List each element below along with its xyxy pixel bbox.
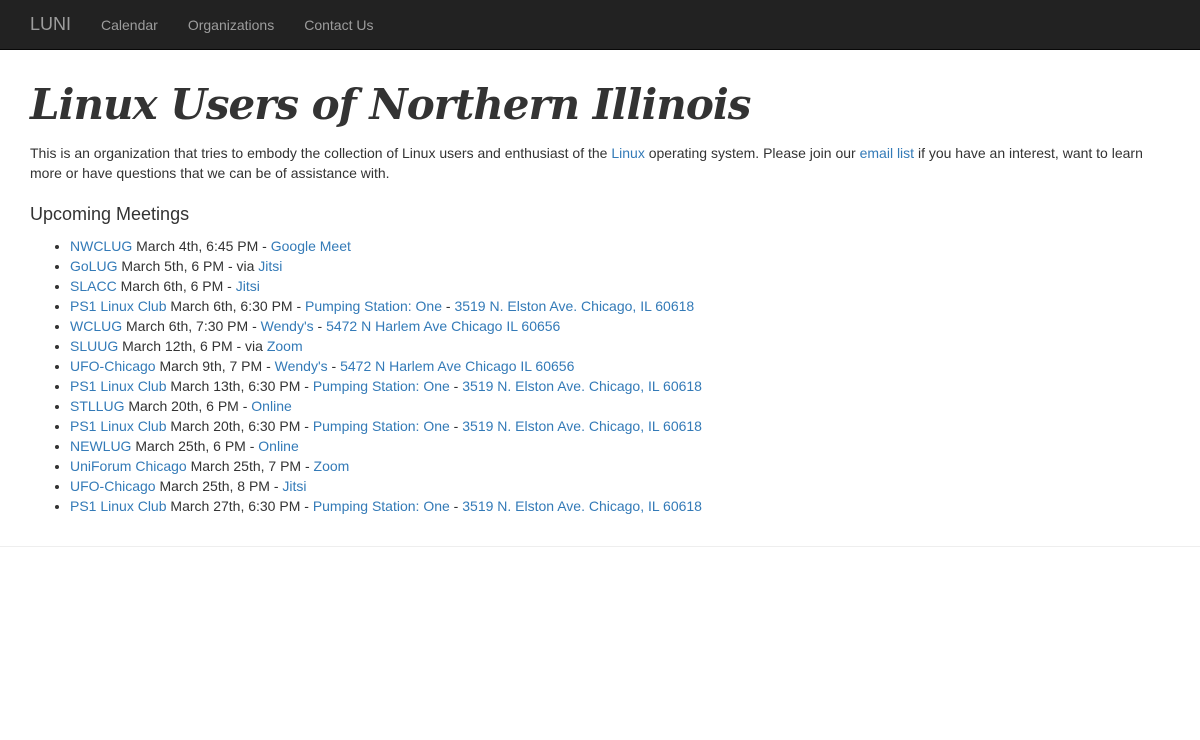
meeting-venue-link[interactable]: Pumping Station: One <box>313 498 450 514</box>
meeting-item: UniForum Chicago March 25th, 7 PM - Zoom <box>70 456 1170 476</box>
email-list-link[interactable]: email list <box>860 145 914 161</box>
meeting-item: PS1 Linux Club March 27th, 6:30 PM - Pum… <box>70 496 1170 516</box>
meeting-venue-link[interactable]: Pumping Station: One <box>305 298 442 314</box>
meeting-time: March 20th, 6:30 PM - <box>166 418 313 434</box>
meeting-time: March 25th, 6 PM - <box>131 438 259 454</box>
linux-link[interactable]: Linux <box>611 145 644 161</box>
meeting-org-link[interactable]: PS1 Linux Club <box>70 298 167 314</box>
top-navbar: LUNI Calendar Organizations Contact Us <box>0 0 1200 50</box>
meeting-time: March 9th, 7 PM - <box>155 358 275 374</box>
brand-link[interactable]: LUNI <box>30 14 71 35</box>
meeting-item: UFO-Chicago March 25th, 8 PM - Jitsi <box>70 476 1170 496</box>
meeting-time: March 5th, 6 PM - via <box>117 258 259 274</box>
meeting-address-link[interactable]: 5472 N Harlem Ave Chicago IL 60656 <box>340 358 574 374</box>
meeting-venue-link[interactable]: Zoom <box>314 458 350 474</box>
meeting-item: WCLUG March 6th, 7:30 PM - Wendy's - 547… <box>70 316 1170 336</box>
meeting-venue-link[interactable]: Pumping Station: One <box>313 418 450 434</box>
meeting-venue-link[interactable]: Pumping Station: One <box>313 378 450 394</box>
meeting-venue-link[interactable]: Zoom <box>267 338 303 354</box>
meeting-separator: - <box>442 298 455 314</box>
meeting-item: SLACC March 6th, 6 PM - Jitsi <box>70 276 1170 296</box>
meeting-venue-link[interactable]: Online <box>251 398 291 414</box>
intro-text-2: operating system. Please join our <box>644 145 860 161</box>
meeting-venue-link[interactable]: Jitsi <box>258 258 282 274</box>
meeting-item: GoLUG March 5th, 6 PM - via Jitsi <box>70 256 1170 276</box>
meeting-address-link[interactable]: 3519 N. Elston Ave. Chicago, IL 60618 <box>454 298 694 314</box>
meeting-address-link[interactable]: 3519 N. Elston Ave. Chicago, IL 60618 <box>462 418 702 434</box>
meeting-org-link[interactable]: UniForum Chicago <box>70 458 187 474</box>
meeting-org-link[interactable]: WCLUG <box>70 318 122 334</box>
meeting-item: STLLUG March 20th, 6 PM - Online <box>70 396 1170 416</box>
meeting-time: March 27th, 6:30 PM - <box>166 498 313 514</box>
meeting-time: March 20th, 6 PM - <box>124 398 252 414</box>
nav-link-contact-us[interactable]: Contact Us <box>304 17 373 33</box>
nav-link-organizations[interactable]: Organizations <box>188 17 274 33</box>
meeting-separator: - <box>449 418 463 434</box>
meeting-time: March 25th, 8 PM - <box>155 478 283 494</box>
page-title: Linux Users of Northern Illinois <box>30 80 751 129</box>
meeting-item: UFO-Chicago March 9th, 7 PM - Wendy's - … <box>70 356 1170 376</box>
meeting-separator: - <box>327 358 341 374</box>
meeting-separator: - <box>313 318 327 334</box>
meeting-address-link[interactable]: 5472 N Harlem Ave Chicago IL 60656 <box>326 318 560 334</box>
meeting-separator: - <box>449 378 463 394</box>
meeting-time: March 25th, 7 PM - <box>186 458 314 474</box>
intro-text-1: This is an organization that tries to em… <box>30 145 612 161</box>
main-content: Linux Users of Northern Illinois This is… <box>0 79 1200 516</box>
page-divider <box>0 546 1200 547</box>
intro-paragraph: This is an organization that tries to em… <box>30 143 1170 183</box>
meeting-venue-link[interactable]: Jitsi <box>236 278 260 294</box>
meeting-address-link[interactable]: 3519 N. Elston Ave. Chicago, IL 60618 <box>462 378 702 394</box>
meeting-separator: - <box>449 498 463 514</box>
meeting-org-link[interactable]: NWCLUG <box>70 238 132 254</box>
meeting-org-link[interactable]: PS1 Linux Club <box>70 498 167 514</box>
meeting-venue-link[interactable]: Google Meet <box>271 238 351 254</box>
meeting-item: NWCLUG March 4th, 6:45 PM - Google Meet <box>70 236 1170 256</box>
meeting-time: March 6th, 6:30 PM - <box>166 298 306 314</box>
meeting-time: March 12th, 6 PM - via <box>118 338 267 354</box>
meetings-heading: Upcoming Meetings <box>30 204 190 224</box>
meeting-org-link[interactable]: PS1 Linux Club <box>70 378 167 394</box>
meeting-item: PS1 Linux Club March 6th, 6:30 PM - Pump… <box>70 296 1170 316</box>
meeting-org-link[interactable]: NEWLUG <box>70 438 131 454</box>
meeting-venue-link[interactable]: Wendy's <box>261 318 314 334</box>
meeting-venue-link[interactable]: Jitsi <box>282 478 306 494</box>
meeting-time: March 13th, 6:30 PM - <box>166 378 313 394</box>
meeting-item: PS1 Linux Club March 20th, 6:30 PM - Pum… <box>70 416 1170 436</box>
meeting-time: March 6th, 6 PM - <box>116 278 236 294</box>
meeting-item: PS1 Linux Club March 13th, 6:30 PM - Pum… <box>70 376 1170 396</box>
meeting-org-link[interactable]: PS1 Linux Club <box>70 418 167 434</box>
meeting-time: March 6th, 7:30 PM - <box>122 318 261 334</box>
meeting-org-link[interactable]: UFO-Chicago <box>70 358 156 374</box>
meeting-venue-link[interactable]: Online <box>258 438 298 454</box>
meeting-org-link[interactable]: GoLUG <box>70 258 117 274</box>
meeting-item: NEWLUG March 25th, 6 PM - Online <box>70 436 1170 456</box>
meeting-org-link[interactable]: STLLUG <box>70 398 124 414</box>
meeting-org-link[interactable]: SLUUG <box>70 338 118 354</box>
meeting-address-link[interactable]: 3519 N. Elston Ave. Chicago, IL 60618 <box>462 498 702 514</box>
meeting-time: March 4th, 6:45 PM - <box>132 238 271 254</box>
meeting-org-link[interactable]: UFO-Chicago <box>70 478 156 494</box>
meetings-list: NWCLUG March 4th, 6:45 PM - Google MeetG… <box>30 236 1170 516</box>
meeting-item: SLUUG March 12th, 6 PM - via Zoom <box>70 336 1170 356</box>
meeting-org-link[interactable]: SLACC <box>70 278 117 294</box>
nav-link-calendar[interactable]: Calendar <box>101 17 158 33</box>
meeting-venue-link[interactable]: Wendy's <box>275 358 328 374</box>
